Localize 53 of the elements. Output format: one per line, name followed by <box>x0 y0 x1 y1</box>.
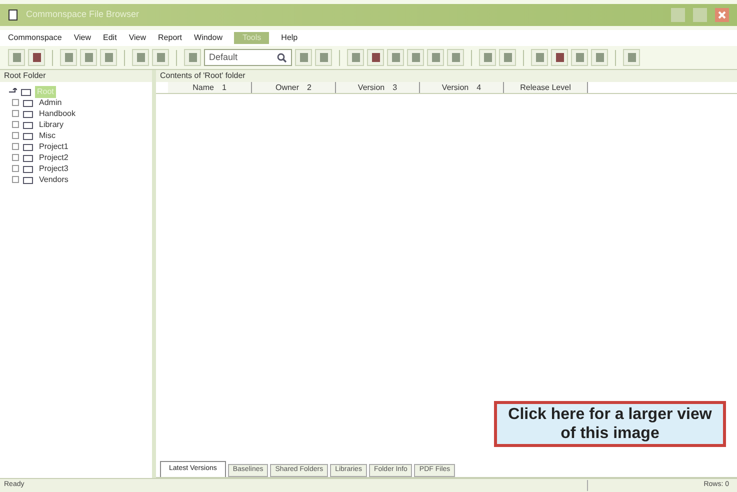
toolbar-button[interactable] <box>100 49 117 66</box>
menu-item[interactable]: Commonspace <box>8 32 62 44</box>
larger-view-link[interactable]: Click here for a larger view of this image <box>494 401 726 447</box>
tree-item[interactable]: Project1 <box>37 140 70 152</box>
toolbar-button[interactable] <box>60 49 77 66</box>
toolbar-button[interactable] <box>571 49 588 66</box>
column-header[interactable]: Name 1 <box>168 82 252 93</box>
toolbar-button[interactable] <box>295 49 312 66</box>
toolbar-button[interactable] <box>367 49 384 66</box>
menu-item[interactable]: Window <box>194 32 222 44</box>
toolbar-button[interactable] <box>407 49 424 66</box>
toolbar-button[interactable] <box>184 49 201 66</box>
tree-item[interactable]: Misc <box>37 130 58 142</box>
search-icon <box>277 52 287 62</box>
app-icon <box>8 9 18 21</box>
toolbar-button[interactable] <box>551 49 568 66</box>
panel-title: Contents of 'Root' folder <box>156 70 737 82</box>
toolbar-button[interactable] <box>531 49 548 66</box>
close-icon <box>718 11 726 19</box>
menu-item[interactable]: View <box>74 32 92 44</box>
tree-item[interactable]: Library <box>37 118 66 130</box>
combo-box[interactable]: Default <box>204 49 292 66</box>
tree-item[interactable]: Vendors <box>37 174 70 186</box>
up-arrow-icon <box>8 88 17 96</box>
toolbar-button[interactable] <box>447 49 464 66</box>
column-header[interactable]: Release Level <box>504 82 588 93</box>
toolbar-button[interactable] <box>347 49 364 66</box>
menu-item[interactable]: Edit <box>103 32 117 44</box>
menu-item[interactable]: Report <box>158 32 182 44</box>
tree-item[interactable]: Project3 <box>37 162 70 174</box>
toolbar-button[interactable] <box>80 49 97 66</box>
toolbar-button[interactable] <box>427 49 444 66</box>
window-title: Commonspace File Browser <box>26 8 140 22</box>
menu-item[interactable]: Help <box>281 32 298 44</box>
panel-title: Root Folder <box>0 70 152 82</box>
toolbar-button[interactable] <box>8 49 25 66</box>
toolbar-button[interactable] <box>479 49 496 66</box>
tree-item[interactable]: Project2 <box>37 152 70 164</box>
toolbar-button[interactable] <box>499 49 516 66</box>
close-button[interactable] <box>715 8 729 22</box>
tree-item[interactable]: Admin <box>37 96 64 108</box>
toolbar-button[interactable] <box>152 49 169 66</box>
toolbar-button[interactable] <box>132 49 149 66</box>
toolbar-button[interactable] <box>623 49 640 66</box>
toolbar-button[interactable] <box>315 49 332 66</box>
menu-item[interactable]: View <box>128 32 146 44</box>
tree-item[interactable]: Handbook <box>37 108 78 120</box>
toolbar-button[interactable] <box>591 49 608 66</box>
toolbar-button[interactable] <box>387 49 404 66</box>
column-header[interactable]: Version 4 <box>420 82 504 93</box>
column-header[interactable]: Version 3 <box>336 82 420 93</box>
toolbar-button[interactable] <box>28 49 45 66</box>
column-header[interactable]: Owner 2 <box>252 82 336 93</box>
